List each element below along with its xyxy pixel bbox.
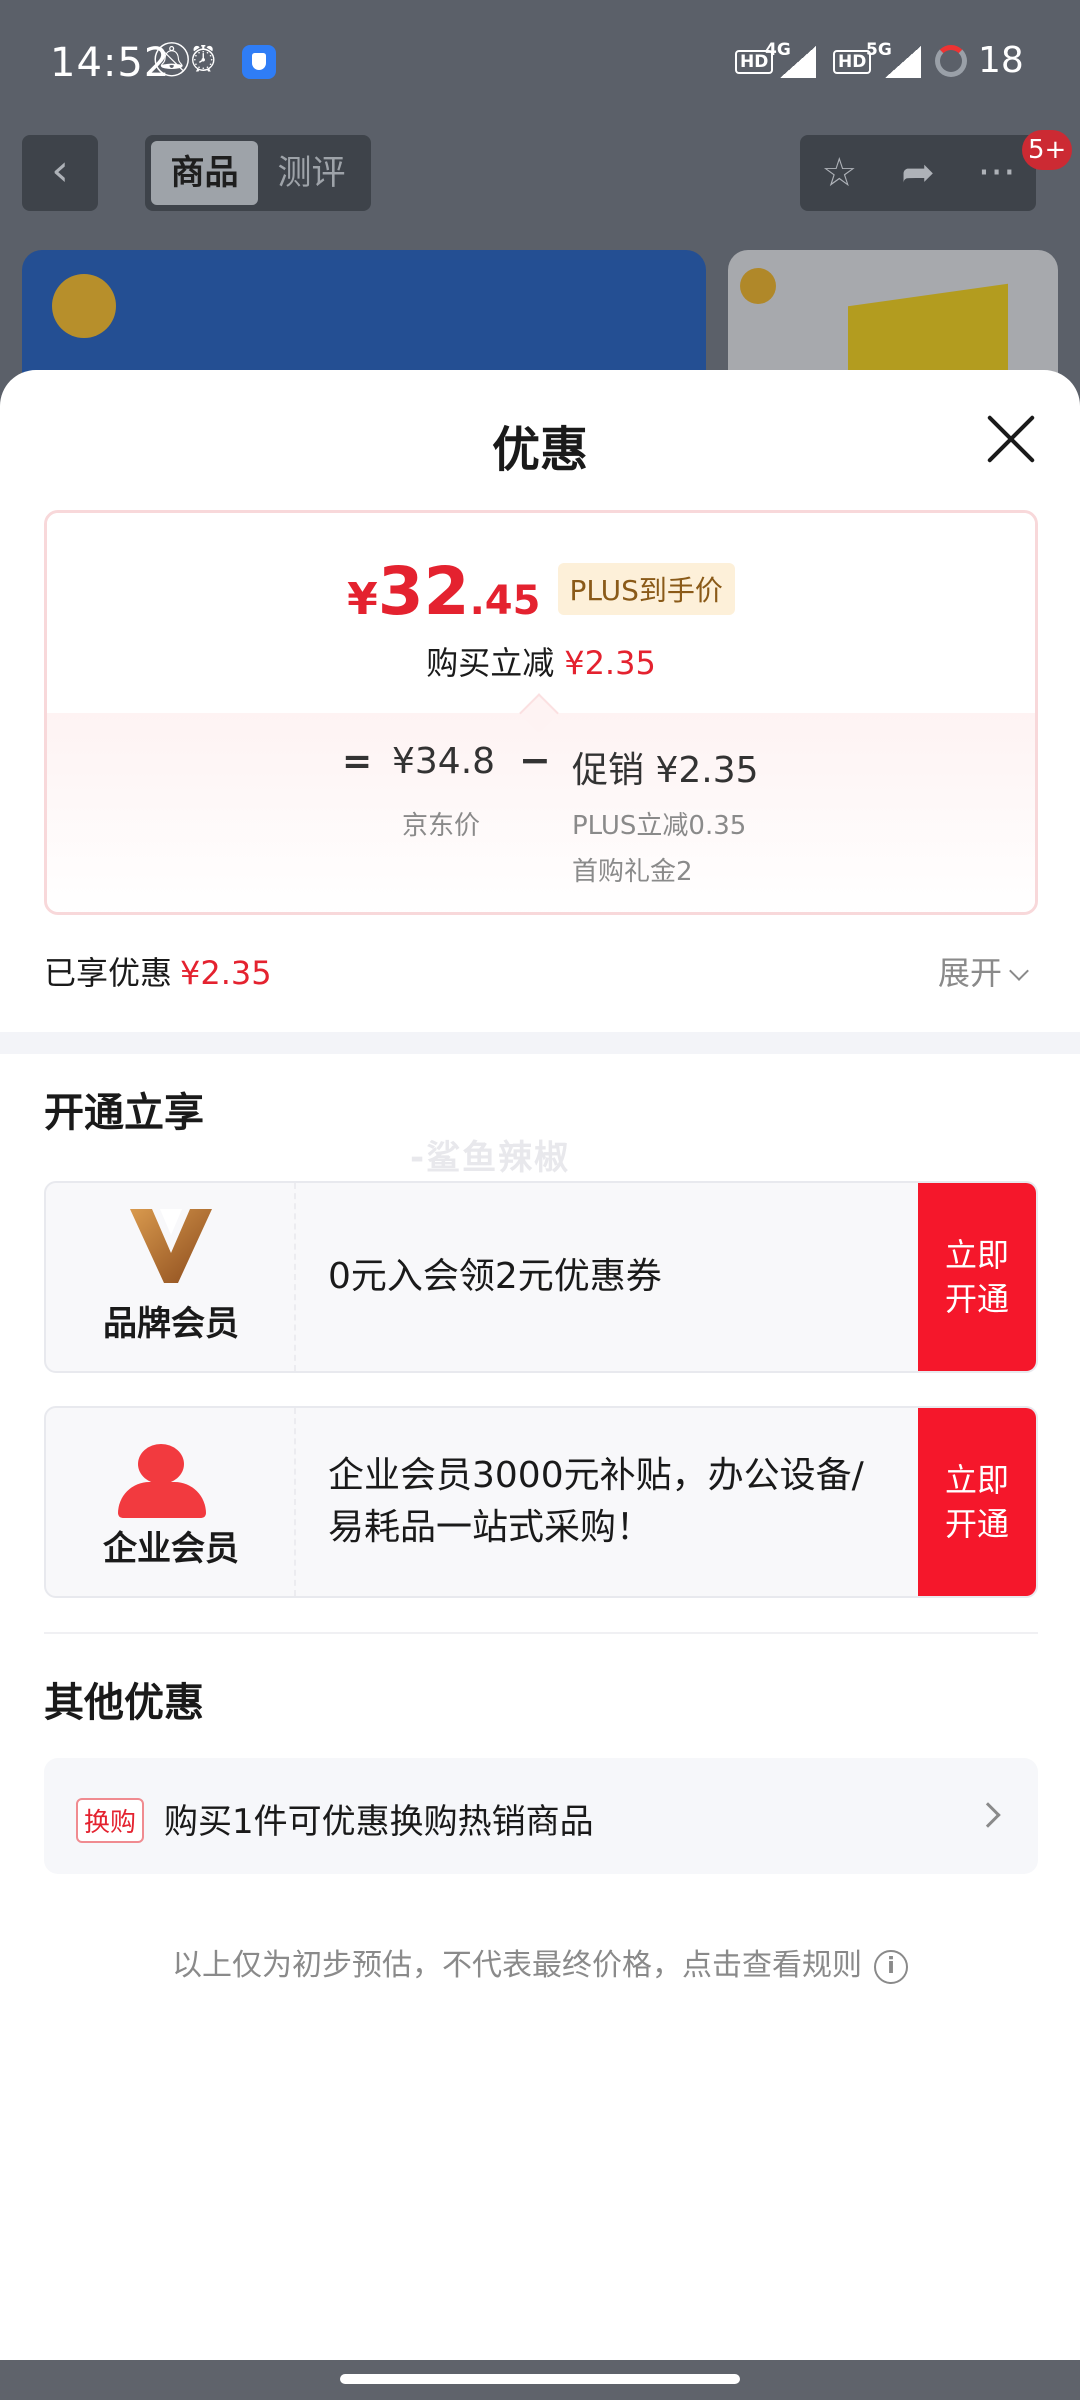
message-badge: 5+: [1022, 130, 1073, 170]
member-desc: 企业会员3000元补贴，办公设备/易耗品一站式采购！: [328, 1455, 864, 1548]
open-now-button[interactable]: 立即 开通: [918, 1183, 1036, 1371]
action-group: ☆ ➦ ···: [800, 135, 1036, 211]
instant-saving: 购买立减 ¥2.35: [47, 638, 1035, 684]
price-integer: 32: [377, 553, 470, 630]
disclaimer-link[interactable]: 以上仅为初步预估，不代表最终价格，点击查看规则 i: [0, 1940, 1080, 1986]
brand-member-icon: [130, 1209, 212, 1283]
alarm-icon: ⏰︎: [190, 40, 217, 80]
info-icon[interactable]: i: [874, 1950, 908, 1984]
promo-item: 首购礼金2: [572, 857, 693, 887]
chevron-down-icon: [1009, 961, 1029, 981]
member-desc: 0元入会领2元优惠券: [328, 1256, 662, 1297]
back-button[interactable]: ‹: [22, 135, 98, 211]
background-page: 14:52 🔕︎ ⏰︎ HD 4G HD 5G 18 ‹ 商品 测评 ☆ ➦ ·…: [0, 0, 1080, 427]
member-name: 企业会员: [103, 1529, 239, 1569]
enterprise-user-icon-body: [118, 1482, 206, 1518]
open-section-title: 开通立享: [44, 1090, 204, 1136]
home-indicator[interactable]: [340, 2374, 740, 2384]
tab-reviews[interactable]: 测评: [258, 141, 365, 205]
back-arrow-icon: ‹: [51, 145, 69, 196]
expand-toggle[interactable]: 展开: [938, 948, 1029, 994]
battery-level: 18: [978, 40, 1024, 81]
swap-text: 购买1件可优惠换购热销商品: [164, 1802, 594, 1842]
signal-icon-2: [885, 46, 921, 78]
price-currency: ¥: [347, 574, 378, 625]
promo-item: PLUS立减0.35: [572, 811, 747, 841]
enjoyed-label: 已享优惠: [44, 954, 173, 992]
sheet-title: 优惠: [491, 422, 588, 478]
swap-offer-row[interactable]: 换购 购买1件可优惠换购热销商品: [44, 1758, 1038, 1874]
expand-label: 展开: [938, 954, 1003, 992]
plus-price-tag: PLUS到手价: [557, 563, 735, 615]
saving-amount: ¥2.35: [564, 644, 656, 682]
brand-member-card[interactable]: 品牌会员 0元入会领2元优惠券 立即 开通: [44, 1181, 1038, 1373]
close-icon[interactable]: [985, 413, 1037, 465]
disclaimer-text: 以上仅为初步预估，不代表最终价格，点击查看规则: [172, 1948, 862, 1983]
battery-ring-icon: [935, 45, 967, 77]
section-divider: [0, 1032, 1080, 1054]
final-price: ¥32.45 PLUS到手价: [47, 553, 1035, 630]
mute-icon: 🔕︎: [150, 40, 194, 80]
signal-icon: [780, 46, 816, 78]
system-nav-bar: [0, 2360, 1080, 2400]
enjoyed-discount: 已享优惠 ¥2.35: [44, 948, 272, 994]
enjoyed-amount: ¥2.35: [180, 954, 272, 992]
open-button-line: 开通: [944, 1280, 1009, 1318]
brand-logo-small: [740, 268, 776, 304]
minus-sign: −: [519, 738, 551, 782]
open-now-button[interactable]: 立即 开通: [918, 1408, 1036, 1596]
equals-sign: =: [342, 741, 373, 782]
price-card: ¥32.45 PLUS到手价 购买立减 ¥2.35 = ¥34.8 京东价 − 促…: [44, 510, 1038, 915]
swap-tag: 换购: [76, 1798, 145, 1843]
member-name: 品牌会员: [103, 1304, 239, 1344]
promo-total: 促销 ¥2.35: [572, 750, 759, 791]
tab-switcher: 商品 测评: [145, 135, 371, 211]
shield-icon: [242, 45, 276, 79]
member-icon-area: 品牌会员: [46, 1183, 296, 1371]
brand-logo: [52, 274, 116, 338]
share-icon[interactable]: ➦: [879, 135, 958, 211]
star-icon[interactable]: ☆: [800, 135, 879, 211]
tab-goods[interactable]: 商品: [151, 141, 258, 205]
other-section-title: 其他优惠: [44, 1680, 204, 1726]
open-button-line: 立即: [944, 1236, 1009, 1274]
enterprise-member-card[interactable]: 企业会员 企业会员3000元补贴，办公设备/易耗品一站式采购！ 立即 开通: [44, 1406, 1038, 1598]
divider-line: [44, 1632, 1038, 1634]
chevron-right-icon: [975, 1802, 1001, 1828]
open-button-line: 开通: [944, 1505, 1009, 1543]
jd-price-label: 京东价: [402, 811, 481, 841]
price-decimal: .45: [469, 578, 541, 624]
top-nav: ‹ 商品 测评 ☆ ➦ ··· 5+: [0, 130, 1080, 211]
enterprise-user-icon: [138, 1444, 184, 1484]
open-button-line: 立即: [944, 1461, 1009, 1499]
member-icon-area: 企业会员: [46, 1408, 296, 1596]
watermark: -鲨鱼辣椒: [410, 1138, 571, 1178]
jd-price: ¥34.8: [392, 741, 496, 782]
saving-label: 购买立减: [426, 644, 555, 682]
status-bar: 14:52 🔕︎ ⏰︎ HD 4G HD 5G 18: [0, 0, 1080, 120]
discount-sheet: 优惠 ¥32.45 PLUS到手价 购买立减 ¥2.35 = ¥34.8 京东价 …: [0, 370, 1080, 2360]
